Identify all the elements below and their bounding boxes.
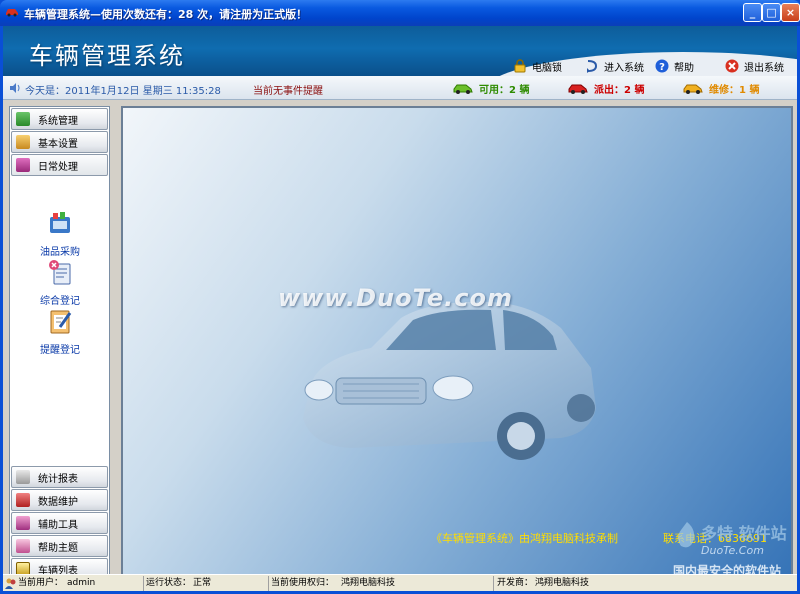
nav-label: 帮助主题 [38,542,78,554]
window-title: 车辆管理系统—使用次数还有：28 次，请注册为正式版！ [24,8,308,21]
repair-label: 维修： [709,84,739,96]
lock-button[interactable]: 电脑锁 [513,58,562,74]
nav-daily-processing[interactable]: 日常处理 [11,154,108,176]
nav-label: 数据维护 [38,496,78,508]
statistics-report-icon [16,470,30,484]
status-bar: 当前用户： admin 运行状态： 正常 当前使用权归： 鸿翔电脑科技 开发商：… [3,574,797,591]
developer-label: 开发商： [497,578,534,588]
tool-label: 提醒登记 [40,345,80,356]
exit-system-button[interactable]: 退出系统 [725,58,784,74]
status-dispatched: 派出：2 辆 [568,80,644,96]
system-management-icon [16,112,30,126]
tool-label: 综合登记 [40,296,80,307]
event-reminder: 当前无事件提醒 [253,86,323,97]
dispatched-unit: 辆 [634,84,645,96]
fuel-purchase-icon [50,212,70,233]
close-button[interactable]: × [781,3,800,22]
status-separator [143,576,144,591]
help-topics-icon [16,539,30,553]
left-nav-panel: 系统管理 基本设置 日常处理 油品采购 综合登记 提醒登记 统计报表 数据维护 … [9,106,110,584]
reminder-registration-icon [50,310,72,334]
maximize-button[interactable]: □ [762,3,781,22]
nav-auxiliary-tools[interactable]: 辅助工具 [11,512,108,534]
svg-text:?: ? [659,62,665,73]
exit-system-label: 退出系统 [744,62,784,74]
status-available: 可用：2 辆 [453,80,529,96]
nav-data-maintenance[interactable]: 数据维护 [11,489,108,511]
duote-logo-icon [678,522,695,548]
date-display: 今天是：2011年1月12日 星期三 11:35:28 [25,86,221,97]
nav-label: 辅助工具 [38,519,78,531]
current-user-value: admin [67,578,96,588]
dispatched-label: 派出： [594,84,624,96]
nav-label: 系统管理 [38,115,78,127]
green-car-icon [453,84,473,94]
available-count: 2 [509,84,516,96]
main-frame: 车辆管理系统 电脑锁 进入系统 ? 帮助 退出系统 今天是：2011年1月12日… [3,26,797,591]
info-bar: 今天是：2011年1月12日 星期三 11:35:28 当前无事件提醒 可用：2… [3,76,797,100]
tool-reminder-registration[interactable]: 提醒登记 [30,307,90,356]
help-label: 帮助 [674,62,694,74]
car-app-icon [6,9,18,17]
tool-fuel-purchase[interactable]: 油品采购 [30,209,90,258]
nav-help-topics[interactable]: 帮助主题 [11,535,108,557]
header-banner: 车辆管理系统 电脑锁 进入系统 ? 帮助 退出系统 [3,26,797,76]
available-unit: 辆 [519,84,530,96]
minimize-button[interactable]: _ [743,3,762,22]
lock-icon [514,59,526,73]
status-separator [493,576,494,591]
yellow-car-icon [683,84,703,94]
nav-label: 日常处理 [38,161,78,173]
repair-count: 1 [739,84,746,96]
basic-settings-icon [16,135,30,149]
run-status-value: 正常 [193,578,212,588]
nav-basic-settings[interactable]: 基本设置 [11,131,108,153]
licensee-label: 当前使用权归： [271,578,335,588]
repair-unit: 辆 [749,84,760,96]
help-icon: ? [655,59,669,73]
status-repair: 维修：1 辆 [683,80,759,96]
status-separator [268,576,269,591]
credit-text: 《车辆管理系统》由鸿翔电脑科技承制 [431,532,618,545]
window-titlebar[interactable]: 车辆管理系统—使用次数还有：28 次，请注册为正式版！ _ □ × [0,0,800,26]
sedan-car-image [303,301,596,460]
general-registration-icon [49,260,71,285]
tool-general-registration[interactable]: 综合登记 [30,258,90,307]
tool-label: 油品采购 [40,247,80,258]
nav-label: 统计报表 [38,473,78,485]
nav-label: 基本设置 [38,138,78,150]
main-content-area: www.DuoTe.com 《车辆管理系统》由鸿翔电脑科技承制 联系电话：683… [121,106,793,584]
help-button[interactable]: ? 帮助 [655,58,694,74]
daily-processing-icon [16,158,30,172]
red-car-icon [568,84,588,94]
logo-line1: 多特 软件站 [701,524,787,543]
developer-value: 鸿翔电脑科技 [535,578,590,588]
data-maintenance-icon [16,493,30,507]
users-icon [5,578,16,589]
enter-system-button[interactable]: 进入系统 [585,58,644,74]
speaker-icon [10,83,20,93]
dispatched-count: 2 [624,84,631,96]
licensee-value: 鸿翔电脑科技 [341,578,396,588]
logo-line2: DuoTe.Com [701,544,764,557]
available-label: 可用： [479,84,509,96]
current-user-label: 当前用户： [18,578,64,588]
nav-statistics-report[interactable]: 统计报表 [11,466,108,488]
auxiliary-tools-icon [16,516,30,530]
nav-system-management[interactable]: 系统管理 [11,108,108,130]
watermark-text: www.DuoTe.com [278,284,513,312]
lock-label: 电脑锁 [532,62,562,74]
enter-icon [587,60,598,73]
exit-icon [725,59,739,73]
enter-system-label: 进入系统 [604,62,644,74]
run-status-label: 运行状态： [146,578,192,588]
app-title: 车辆管理系统 [29,42,185,70]
